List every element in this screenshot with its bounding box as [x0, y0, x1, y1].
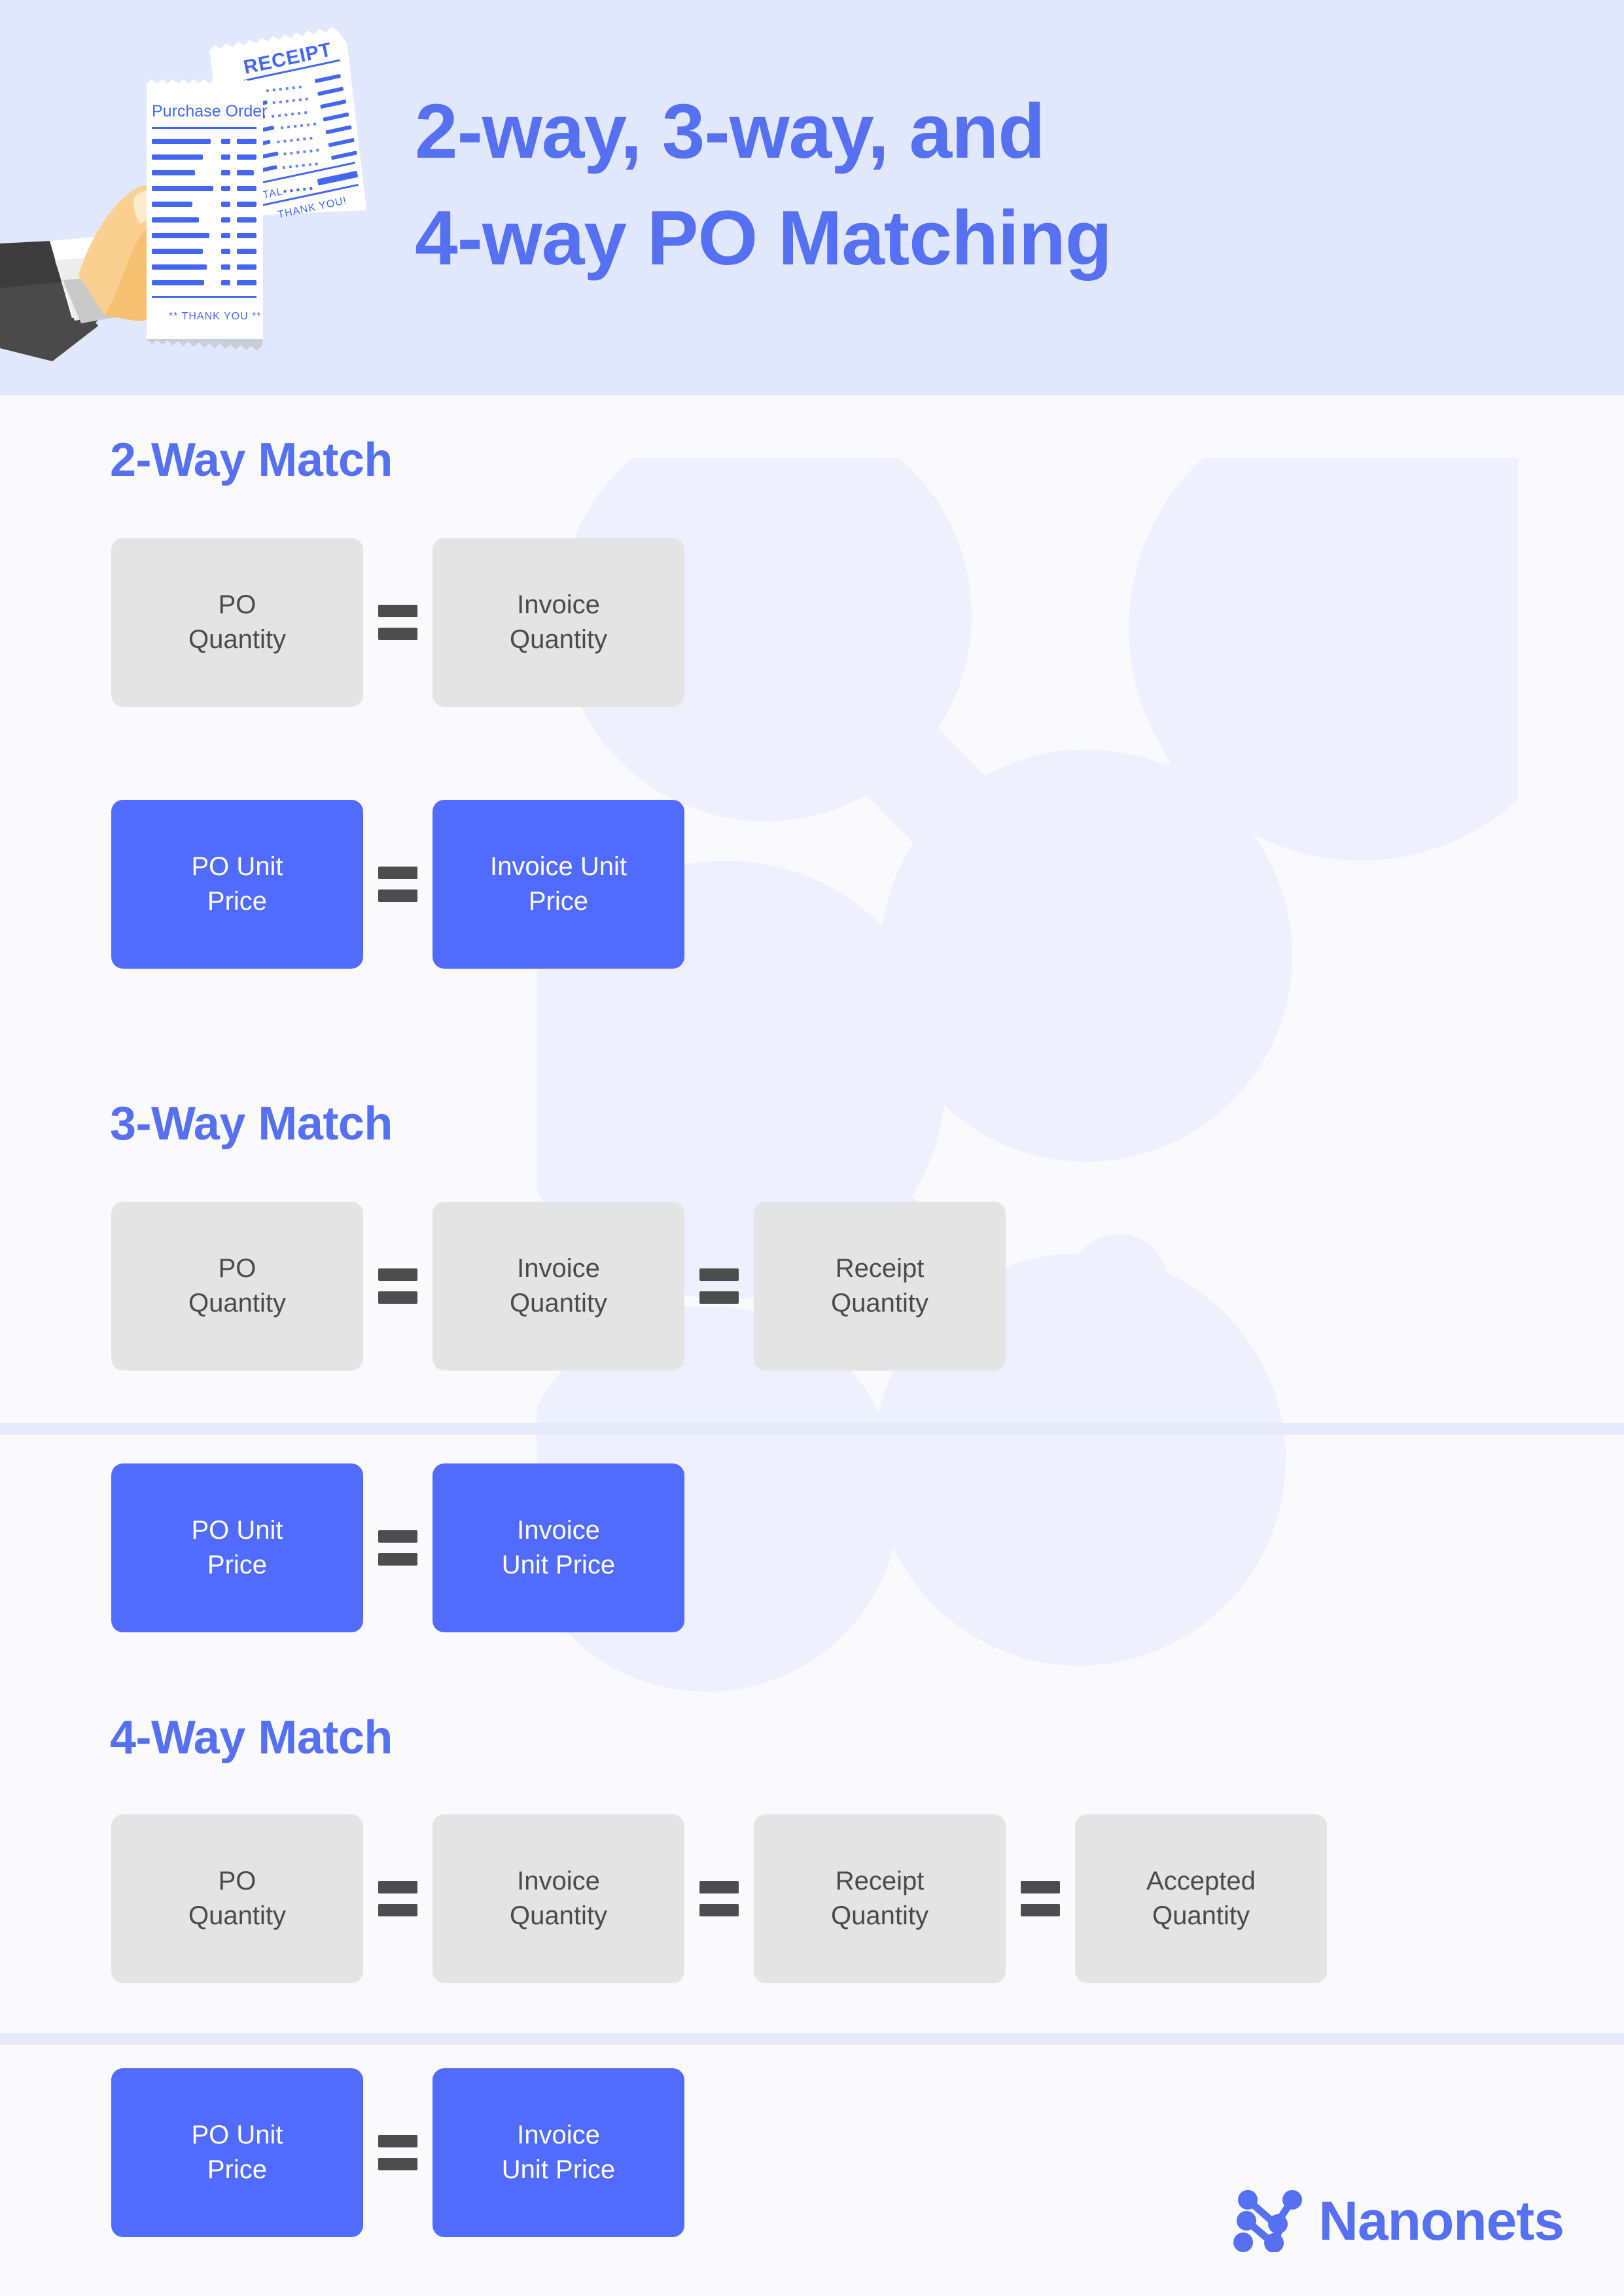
chip-po-unit-price: PO Unit Price [111, 2068, 363, 2237]
chip-line: Receipt [835, 1254, 925, 1283]
chip-line: Unit Price [501, 2155, 616, 2184]
chip-line: Quantity [510, 1901, 607, 1930]
chip-line: Quantity [188, 1901, 286, 1930]
chip-accepted-quantity: Accepted Quantity [1075, 1814, 1327, 1983]
chip-line: PO Unit [191, 2121, 283, 2150]
chip-line: Invoice Unit [490, 852, 627, 882]
chip-line: Invoice [517, 1516, 600, 1545]
chip-line: Quantity [831, 1289, 928, 1318]
chip-po-quantity: PO Quantity [111, 538, 363, 707]
chip-line: Price [528, 887, 589, 916]
page-title-line-2: 4-way PO Matching [415, 194, 1112, 281]
equals-icon [363, 1881, 432, 1916]
chip-receipt-quantity: Receipt Quantity [754, 1202, 1006, 1371]
chip-po-unit-price: PO Unit Price [111, 1463, 363, 1632]
row-3way-price: PO Unit Price Invoice Unit Price [111, 1463, 684, 1632]
section-divider-1 [0, 1423, 1624, 1435]
nanonets-brand-logo: Nanonets [1232, 2187, 1564, 2255]
chip-line: Invoice [517, 2121, 600, 2150]
page-title: 2-way, 3-way, and 4-way PO Matching [415, 79, 1462, 292]
chip-invoice-unit-price: Invoice Unit Price [432, 800, 684, 969]
section-divider-2 [0, 2033, 1624, 2045]
chip-po-quantity: PO Quantity [111, 1202, 363, 1371]
equals-icon [363, 1268, 432, 1304]
section-title-4-way: 4-Way Match [110, 1712, 393, 1764]
chip-line: Unit Price [501, 1551, 616, 1579]
equals-icon [1006, 1881, 1075, 1916]
equals-icon [363, 1530, 432, 1566]
chip-invoice-unit-price: Invoice Unit Price [432, 1463, 684, 1632]
equals-icon [684, 1881, 754, 1916]
chip-line: PO Unit [191, 1516, 283, 1545]
chip-line: Invoice [517, 590, 600, 620]
chip-invoice-quantity: Invoice Quantity [432, 1814, 684, 1983]
section-title-3-way: 3-Way Match [110, 1098, 393, 1150]
row-2way-quantity: PO Quantity Invoice Quantity [111, 538, 684, 707]
equals-icon [363, 2135, 432, 2170]
nanonets-logo-icon [1232, 2187, 1303, 2255]
chip-line: PO [218, 1867, 256, 1896]
content-area: 2-Way Match PO Quantity Invoice Quantity… [0, 395, 1624, 2296]
chip-line: Invoice [517, 1867, 600, 1896]
section-2-way-match: 2-Way Match PO Quantity Invoice Quantity… [0, 395, 1624, 1028]
nanonets-wordmark: Nanonets [1318, 2190, 1564, 2251]
chip-line: Quantity [831, 1901, 928, 1930]
equals-icon [363, 867, 432, 902]
equals-icon [684, 1268, 754, 1304]
chip-invoice-quantity: Invoice Quantity [432, 1202, 684, 1371]
header-illustration: RECEIPT TOTAL THANK YOU! Purchase Order … [0, 0, 406, 395]
section-title-2-way: 2-Way Match [110, 434, 393, 486]
chip-po-unit-price: PO Unit Price [111, 800, 363, 969]
chip-invoice-quantity: Invoice Quantity [432, 538, 684, 707]
chip-line: Accepted [1146, 1867, 1256, 1896]
section-3-way-match: 3-Way Match PO Quantity Invoice Quantity… [0, 1039, 1624, 1649]
row-4way-quantity: PO Quantity Invoice Quantity Receipt Qua… [111, 1814, 1327, 1983]
chip-line: PO Unit [191, 852, 283, 882]
chip-line: Invoice [517, 1254, 600, 1283]
chip-line: Quantity [188, 625, 286, 654]
chip-line: Price [207, 887, 268, 916]
chip-line: Quantity [1152, 1901, 1250, 1930]
chip-line: PO [218, 590, 256, 620]
page-title-line-1: 2-way, 3-way, and [415, 88, 1045, 175]
chip-invoice-unit-price: Invoice Unit Price [432, 2068, 684, 2237]
chip-line: Price [207, 2155, 268, 2184]
header-banner: RECEIPT TOTAL THANK YOU! Purchase Order … [0, 0, 1624, 395]
chip-receipt-quantity: Receipt Quantity [754, 1814, 1006, 1983]
chip-line: Quantity [510, 1289, 607, 1318]
row-2way-price: PO Unit Price Invoice Unit Price [111, 800, 684, 969]
chip-line: PO [218, 1254, 256, 1283]
chip-line: Price [207, 1551, 268, 1579]
chip-po-quantity: PO Quantity [111, 1814, 363, 1983]
equals-icon [363, 605, 432, 640]
row-4way-price: PO Unit Price Invoice Unit Price [111, 2068, 684, 2237]
chip-line: Quantity [510, 625, 607, 654]
svg-text:Purchase Order: Purchase Order [152, 102, 267, 120]
chip-line: Receipt [835, 1867, 925, 1896]
row-3way-quantity: PO Quantity Invoice Quantity Receipt Qua… [111, 1202, 1006, 1371]
svg-text:** THANK YOU **: ** THANK YOU ** [169, 311, 262, 322]
chip-line: Quantity [188, 1289, 286, 1318]
